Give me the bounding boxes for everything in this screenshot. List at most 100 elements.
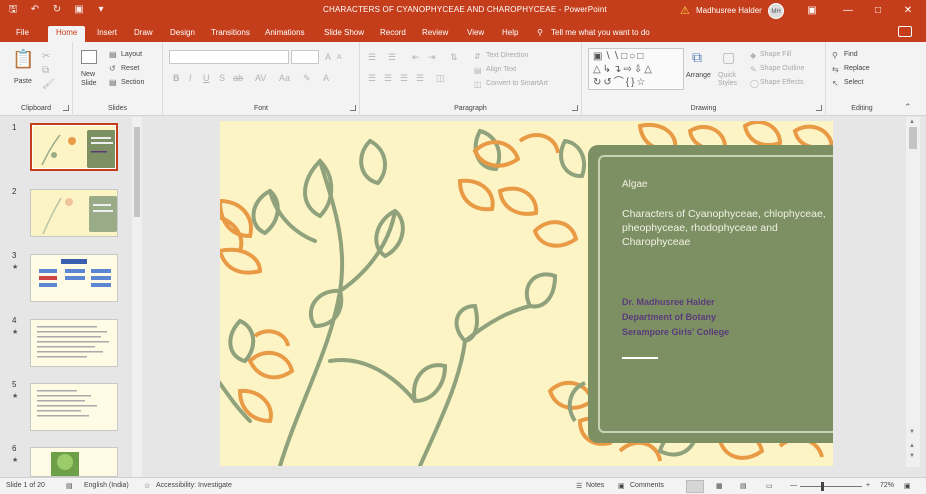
bold-icon[interactable]: B	[173, 73, 180, 83]
ribbon-display-options-icon[interactable]: ▣	[800, 2, 824, 20]
convert-smartart-button[interactable]: Convert to SmartArt	[486, 80, 548, 87]
shapes-gallery[interactable]: ▣∖∖□○□ △↳↴⇨⇩△ ↻↺⌒{}☆	[588, 48, 684, 90]
slide-thumbnail-4[interactable]	[30, 319, 118, 367]
align-left-icon[interactable]: ☰	[368, 73, 376, 83]
shrink-font-icon[interactable]: A	[337, 53, 342, 63]
zoom-level[interactable]: 72%	[880, 482, 894, 489]
thumbnail-scrollbar-thumb[interactable]	[134, 127, 140, 217]
next-slide-icon[interactable]: ▼	[909, 453, 915, 459]
find-button[interactable]: Find	[844, 51, 858, 58]
font-size-input[interactable]	[291, 50, 319, 64]
new-slide-icon[interactable]	[81, 50, 97, 64]
tab-file[interactable]: File	[16, 26, 29, 42]
change-case-icon[interactable]: Aa	[279, 73, 290, 83]
close-icon[interactable]: ✕	[896, 2, 920, 20]
new-slide-button[interactable]: New Slide	[81, 70, 105, 88]
undo-icon[interactable]: ↶	[28, 3, 42, 17]
user-name[interactable]: Madhusree Halder	[696, 6, 762, 15]
restore-icon[interactable]: □	[866, 2, 890, 20]
decrease-indent-icon[interactable]: ⇤	[412, 52, 420, 62]
fit-to-window-icon[interactable]: ▣	[904, 482, 911, 490]
slide-thumbnail-6[interactable]	[30, 447, 118, 477]
italic-icon[interactable]: I	[189, 73, 192, 83]
character-spacing-icon[interactable]: AV	[255, 73, 266, 83]
paste-button[interactable]: Paste	[14, 78, 32, 85]
normal-view-icon[interactable]	[686, 480, 704, 493]
shadow-icon[interactable]: S	[219, 73, 225, 83]
tab-review[interactable]: Review	[422, 26, 448, 42]
language-indicator[interactable]: English (India)	[84, 482, 129, 489]
thumbnail-scrollbar[interactable]	[132, 117, 142, 477]
select-button[interactable]: Select	[844, 79, 863, 86]
tab-draw[interactable]: Draw	[134, 26, 153, 42]
reset-button[interactable]: Reset	[121, 65, 139, 72]
redo-icon[interactable]: ↻	[50, 3, 64, 17]
replace-button[interactable]: Replace	[844, 65, 870, 72]
reading-view-icon[interactable]: ▤	[740, 482, 747, 490]
slide-eyebrow[interactable]: Algae	[622, 179, 648, 190]
customize-qat-icon[interactable]: ▾	[94, 3, 108, 17]
minimize-icon[interactable]: —	[836, 2, 860, 20]
strikethrough-icon[interactable]: ab	[233, 73, 243, 83]
clipboard-launcher-icon[interactable]	[63, 105, 69, 111]
format-painter-icon[interactable]: 🖌	[42, 80, 55, 90]
paste-icon[interactable]: 📋	[12, 50, 34, 68]
slide-sorter-icon[interactable]: ▦	[716, 482, 723, 490]
zoom-out-icon[interactable]: —	[790, 482, 797, 489]
tab-insert[interactable]: Insert	[97, 26, 117, 42]
collapse-ribbon-icon[interactable]: ⌃	[904, 102, 912, 112]
accessibility-status[interactable]: Accessibility: Investigate	[156, 482, 232, 489]
line-spacing-icon[interactable]: ⇅	[450, 52, 458, 62]
slide-title[interactable]: Characters of Cyanophyceae, chlophyceae,…	[622, 207, 827, 249]
columns-icon[interactable]: ◫	[436, 73, 445, 83]
layout-button[interactable]: Layout	[121, 51, 142, 58]
spelling-icon[interactable]: ▤	[66, 482, 73, 490]
section-button[interactable]: Section	[121, 79, 144, 86]
zoom-slider-thumb[interactable]	[821, 482, 824, 491]
font-name-input[interactable]	[169, 50, 289, 64]
justify-icon[interactable]: ☰	[416, 73, 424, 83]
tab-design[interactable]: Design	[170, 26, 195, 42]
notes-button[interactable]: Notes	[586, 482, 604, 489]
cut-icon[interactable]: ✂	[42, 52, 50, 62]
increase-indent-icon[interactable]: ⇥	[428, 52, 436, 62]
tab-slide-show[interactable]: Slide Show	[324, 26, 364, 42]
avatar[interactable]: MH	[768, 3, 784, 19]
shape-fill-button[interactable]: Shape Fill	[760, 51, 791, 58]
zoom-slider[interactable]	[800, 486, 862, 487]
drawing-launcher-icon[interactable]	[816, 105, 822, 111]
tab-help[interactable]: Help	[502, 26, 518, 42]
slide-show-icon[interactable]: ▭	[766, 482, 773, 490]
slide-thumbnail-5[interactable]	[30, 383, 118, 431]
editor-scrollbar[interactable]: ▲ ▼ ▲ ▼	[906, 117, 920, 467]
align-text-button[interactable]: Align Text	[486, 66, 516, 73]
shape-outline-button[interactable]: Shape Outline	[760, 65, 804, 72]
start-from-beginning-icon[interactable]: ▣	[72, 3, 86, 17]
slide-author-block[interactable]: Dr. Madhusree Halder Department of Botan…	[622, 295, 822, 340]
tab-record[interactable]: Record	[380, 26, 406, 42]
comments-icon[interactable]	[898, 26, 912, 37]
quick-styles-button[interactable]: Quick Styles	[718, 72, 746, 88]
arrange-button[interactable]: Arrange	[686, 72, 711, 79]
scroll-down-icon[interactable]: ▼	[909, 429, 915, 435]
comments-button[interactable]: Comments	[630, 482, 664, 489]
copy-icon[interactable]: ⧉	[42, 66, 49, 76]
editor-scrollbar-thumb[interactable]	[909, 127, 917, 149]
grow-font-icon[interactable]: A	[325, 52, 331, 62]
align-center-icon[interactable]: ☰	[384, 73, 392, 83]
zoom-in-icon[interactable]: +	[866, 482, 870, 489]
tell-me-search[interactable]: Tell me what you want to do	[551, 26, 650, 42]
font-launcher-icon[interactable]	[350, 105, 356, 111]
underline-icon[interactable]: U	[203, 73, 210, 83]
align-right-icon[interactable]: ☰	[400, 73, 408, 83]
slide-thumbnail-2[interactable]	[30, 189, 118, 237]
tab-view[interactable]: View	[467, 26, 484, 42]
bullets-icon[interactable]: ☰	[368, 52, 376, 62]
save-icon[interactable]: 🖫	[6, 3, 20, 17]
tab-home[interactable]: Home	[48, 26, 86, 42]
paragraph-launcher-icon[interactable]	[572, 105, 578, 111]
numbering-icon[interactable]: ☰	[388, 52, 396, 62]
text-direction-button[interactable]: Text Direction	[486, 52, 528, 59]
shape-effects-button[interactable]: Shape Effects	[760, 79, 803, 86]
previous-slide-icon[interactable]: ▲	[909, 443, 915, 449]
